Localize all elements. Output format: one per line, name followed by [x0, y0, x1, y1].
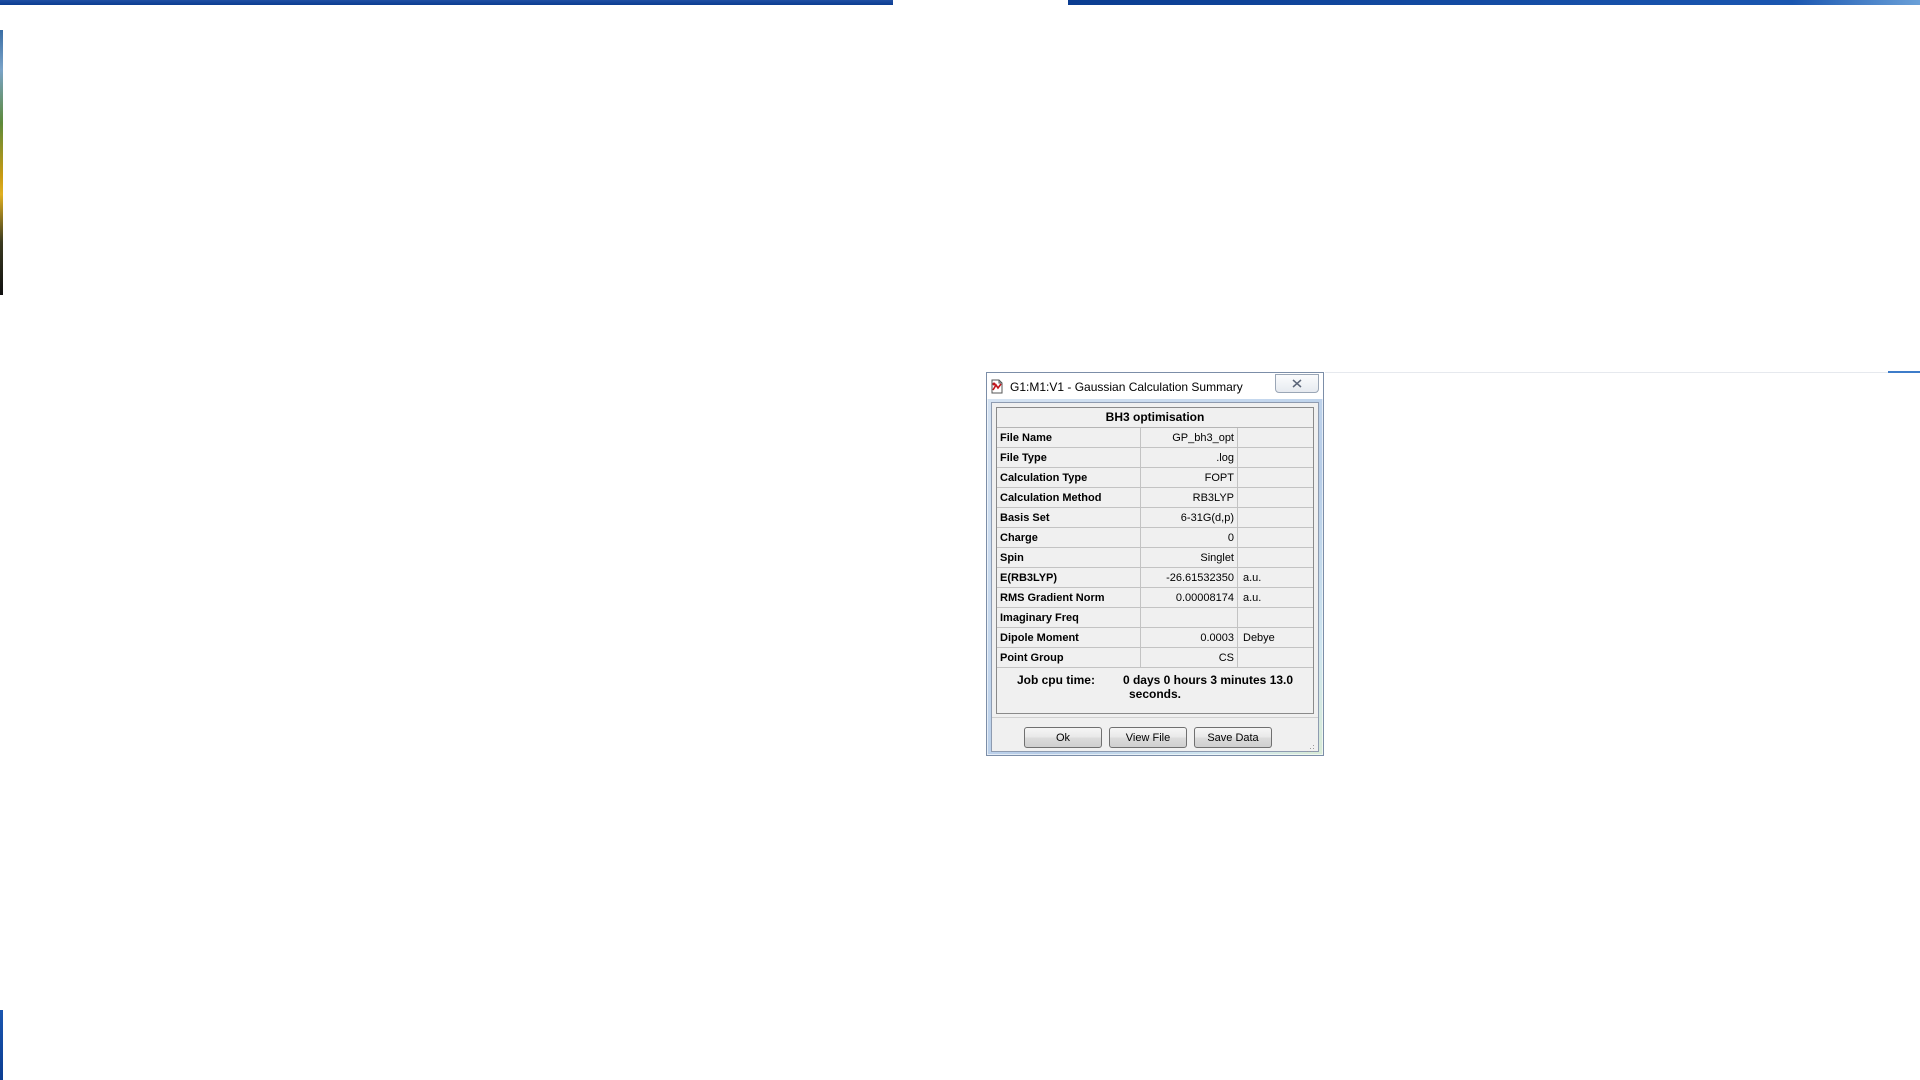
row-value: 0	[1140, 527, 1238, 548]
background-divider	[1325, 372, 1920, 373]
table-row: E(RB3LYP) -26.61532350 a.u.	[997, 567, 1313, 588]
row-unit	[1237, 527, 1313, 548]
table-row: File Type .log	[997, 447, 1313, 468]
row-unit	[1237, 607, 1313, 628]
row-label: Basis Set	[997, 507, 1141, 528]
row-unit	[1237, 547, 1313, 568]
close-icon	[1292, 375, 1302, 393]
row-label: Spin	[997, 547, 1141, 568]
row-value: .log	[1140, 447, 1238, 468]
row-unit	[1237, 507, 1313, 528]
button-bar: Ok View File Save Data	[992, 717, 1318, 750]
row-unit: a.u.	[1237, 567, 1313, 588]
desktop: G1:M1:V1 - Gaussian Calculation Summary …	[0, 0, 1920, 1080]
row-label: E(RB3LYP)	[997, 567, 1141, 588]
ok-button[interactable]: Ok	[1024, 727, 1102, 748]
background-divider	[1888, 371, 1920, 373]
dialog-title: G1:M1:V1 - Gaussian Calculation Summary	[1010, 380, 1243, 394]
row-label: Imaginary Freq	[997, 607, 1141, 628]
document-icon	[990, 379, 1004, 394]
row-value: CS	[1140, 647, 1238, 668]
row-value: -26.61532350	[1140, 567, 1238, 588]
row-value: Singlet	[1140, 547, 1238, 568]
table-row: Charge 0	[997, 527, 1313, 548]
row-unit	[1237, 487, 1313, 508]
cpu-time-label: Job cpu time:	[1016, 673, 1095, 687]
table-row: File Name GP_bh3_opt	[997, 428, 1313, 448]
view-file-button[interactable]: View File	[1109, 727, 1187, 748]
save-data-button[interactable]: Save Data	[1194, 727, 1272, 748]
calculation-summary-dialog: G1:M1:V1 - Gaussian Calculation Summary …	[986, 372, 1324, 756]
row-value: 0.00008174	[1140, 587, 1238, 608]
row-value	[1140, 607, 1238, 628]
background-window-edge	[0, 30, 3, 295]
background-window-edge	[0, 1010, 3, 1080]
row-unit	[1237, 467, 1313, 488]
close-button[interactable]	[1275, 374, 1319, 393]
dialog-content: BH3 optimisation File Name GP_bh3_opt File…	[991, 402, 1319, 752]
background-window-edge	[1068, 0, 1920, 5]
summary-title: BH3 optimisation	[997, 408, 1313, 428]
row-value: 0.0003	[1140, 627, 1238, 648]
row-value: GP_bh3_opt	[1140, 428, 1238, 448]
table-row: Calculation Method RB3LYP	[997, 487, 1313, 508]
row-label: RMS Gradient Norm	[997, 587, 1141, 608]
row-label: Calculation Type	[997, 467, 1141, 488]
table-row: RMS Gradient Norm 0.00008174 a.u.	[997, 587, 1313, 608]
row-value: RB3LYP	[1140, 487, 1238, 508]
row-label: File Name	[997, 428, 1141, 448]
resize-grip-icon[interactable]	[1307, 740, 1315, 752]
table-row: Basis Set 6-31G(d,p)	[997, 507, 1313, 528]
row-value: 6-31G(d,p)	[1140, 507, 1238, 528]
row-label: Calculation Method	[997, 487, 1141, 508]
table-row: Imaginary Freq	[997, 607, 1313, 628]
table-row: Spin Singlet	[997, 547, 1313, 568]
row-unit	[1237, 647, 1313, 668]
row-unit: a.u.	[1237, 587, 1313, 608]
summary-rows: File Name GP_bh3_opt File Type .log Calculat…	[997, 428, 1313, 668]
row-unit	[1237, 428, 1313, 448]
table-row: Calculation Type FOPT	[997, 467, 1313, 488]
background-window-edge	[0, 0, 893, 5]
row-label: Charge	[997, 527, 1141, 548]
row-unit: Debye	[1237, 627, 1313, 648]
row-unit	[1237, 447, 1313, 468]
summary-table: BH3 optimisation File Name GP_bh3_opt File…	[996, 407, 1314, 714]
job-cpu-time: Job cpu time: 0 days 0 hours 3 minutes 13…	[997, 668, 1313, 701]
row-label: Point Group	[997, 647, 1141, 668]
table-row: Point Group CS	[997, 647, 1313, 668]
row-label: File Type	[997, 447, 1141, 468]
row-value: FOPT	[1140, 467, 1238, 488]
dialog-titlebar[interactable]: G1:M1:V1 - Gaussian Calculation Summary	[987, 373, 1323, 399]
table-row: Dipole Moment 0.0003 Debye	[997, 627, 1313, 648]
cpu-time-value: 0 days 0 hours 3 minutes 13.0 seconds.	[1122, 673, 1294, 701]
row-label: Dipole Moment	[997, 627, 1141, 648]
